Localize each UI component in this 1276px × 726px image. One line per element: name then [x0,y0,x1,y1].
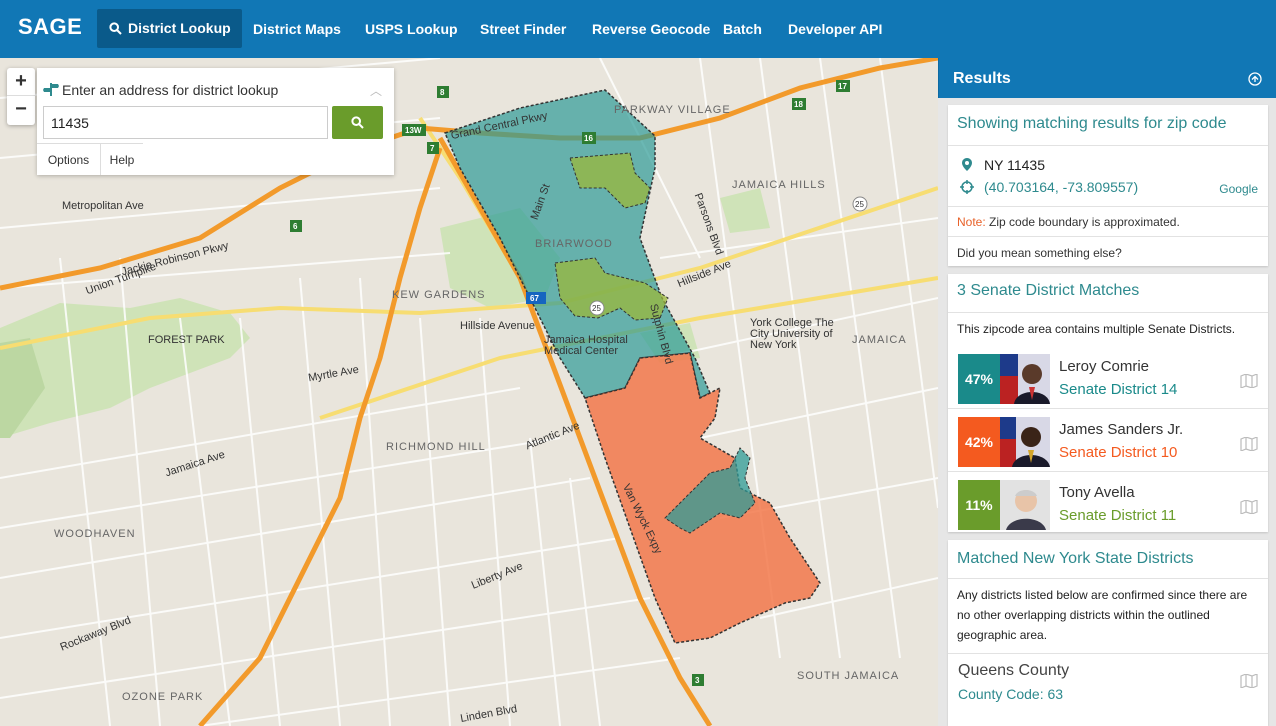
svg-text:16: 16 [584,134,593,143]
poi-label-york-college: York College The City University of New … [750,317,834,351]
senator-row[interactable]: 47% Leroy Comrie Senate District 14 [948,350,1268,413]
svg-text:18: 18 [794,100,803,109]
help-tab[interactable]: Help [101,143,143,175]
search-button[interactable] [332,106,383,139]
overlap-percentage: 47% [958,354,1000,404]
divider [948,653,1268,654]
nav-usps-lookup[interactable]: USPS Lookup [365,0,458,58]
road-label-hillside-avenue: Hillside Avenue [460,320,536,332]
nys-card-heading: Matched New York State Districts [957,550,1194,567]
collapse-up-icon[interactable] [1248,72,1262,86]
area-label-richmond-hill: RICHMOND HILL [386,441,486,453]
divider [948,471,1268,472]
svg-text:25: 25 [592,304,601,313]
geocoder-source: Google [1219,182,1258,196]
svg-text:67: 67 [530,294,539,303]
map-icon[interactable] [1240,437,1258,451]
nav-batch[interactable]: Batch [723,0,762,58]
map-icon[interactable] [1240,374,1258,388]
district-lookup-panel: Enter an address for district lookup ︿ O… [37,68,394,175]
area-label-jamaica: JAMAICA [852,334,907,346]
zoom-out-button[interactable]: − [7,96,35,124]
senate-matches-card: 3 Senate District Matches This zipcode a… [948,274,1268,532]
area-label-kew-gardens: KEW GARDENS [392,289,486,301]
area-label-woodhaven: WOODHAVEN [54,528,136,540]
divider [948,236,1268,237]
senator-row[interactable]: 11% Tony Avella Senate District 11 [948,476,1268,539]
zip-card-heading: Showing matching results for zip code [957,115,1227,132]
divider [948,145,1268,146]
area-label-ozone-park: OZONE PARK [122,691,204,703]
senator-name: Tony Avella [1059,484,1135,501]
divider [948,206,1268,207]
poi-label-forest-park: FOREST PARK [148,334,225,346]
area-label-south-jamaica: SOUTH JAMAICA [797,670,900,682]
map-pin-icon [962,158,972,171]
coordinates-link[interactable]: (40.703164, -73.809557) [984,179,1138,195]
svg-text:8: 8 [440,88,445,97]
overlap-percentage: 42% [958,417,1000,467]
nav-reverse-geocode[interactable]: Reverse Geocode [592,0,710,58]
poi-label-jamaica-hospital: Jamaica Hospital Medical Center [544,334,628,357]
senator-name: Leroy Comrie [1059,358,1150,375]
divider [948,578,1268,579]
search-icon [109,22,122,35]
note-label: Note: [957,215,986,229]
lookup-title: Enter an address for district lookup [62,82,279,98]
zoom-in-button[interactable]: + [7,68,35,96]
did-you-mean-link[interactable]: Did you mean something else? [957,246,1122,260]
nav-developer-api[interactable]: Developer API [788,0,882,58]
nav-street-finder[interactable]: Street Finder [480,0,566,58]
svg-text:13W: 13W [405,126,422,135]
nav-label: District Lookup [128,20,231,36]
results-header: Results [938,58,1276,98]
boundary-note: Note: Zip code boundary is approximated. [957,215,1180,229]
senator-name: James Sanders Jr. [1059,421,1184,438]
area-label-jamaica-hills: JAMAICA HILLS [732,179,826,191]
svg-text:17: 17 [838,82,847,91]
area-label-briarwood: BRIARWOOD [535,238,613,250]
brand-logo[interactable]: SAGE [18,14,82,40]
chevron-up-icon[interactable]: ︿ [370,82,382,99]
road-label-metropolitan-ave: Metropolitan Ave [62,200,144,212]
svg-text:6: 6 [293,222,298,231]
senate-district-link[interactable]: Senate District 14 [1059,381,1177,398]
area-label-parkway-village: PARKWAY VILLAGE [614,104,731,116]
zip-result-card: Showing matching results for zip code NY… [948,105,1268,266]
senator-photo [1000,480,1050,530]
nys-districts-card: Matched New York State Districts Any dis… [948,540,1268,726]
svg-text:7: 7 [430,144,435,153]
address-input[interactable] [43,106,328,139]
divider [948,408,1268,409]
nys-description: Any districts listed below are confirmed… [957,588,1248,642]
senate-district-link[interactable]: Senate District 11 [1059,507,1176,524]
svg-text:3: 3 [695,676,700,685]
divider [948,312,1268,313]
nav-district-lookup[interactable]: District Lookup [97,9,242,48]
map-icon[interactable] [1240,500,1258,514]
senator-photo [1000,417,1050,467]
senate-description: This zipcode area contains multiple Sena… [957,322,1236,336]
svg-text:25: 25 [855,200,864,209]
senate-card-heading: 3 Senate District Matches [957,282,1140,299]
zip-code-text: NY 11435 [984,157,1045,173]
note-text: Zip code boundary is approximated. [985,215,1180,229]
nav-district-maps[interactable]: District Maps [253,0,341,58]
county-name: Queens County [958,662,1070,679]
options-tab[interactable]: Options [37,143,101,175]
senator-photo [1000,354,1050,404]
signpost-icon [43,83,59,96]
senator-row[interactable]: 42% James Sanders Jr. Senate District 10 [948,413,1268,476]
results-title: Results [953,70,1011,87]
senate-district-link[interactable]: Senate District 10 [1059,444,1177,461]
map-icon[interactable] [1240,674,1258,688]
county-code-link[interactable]: County Code: 63 [958,686,1063,702]
top-navbar: SAGE District Lookup District Maps USPS … [0,0,1276,58]
zoom-control: + − [7,68,35,125]
results-panel: Results Showing matching results for zip… [938,58,1276,726]
overlap-percentage: 11% [958,480,1000,530]
search-icon [351,116,364,129]
crosshair-icon [960,180,974,194]
